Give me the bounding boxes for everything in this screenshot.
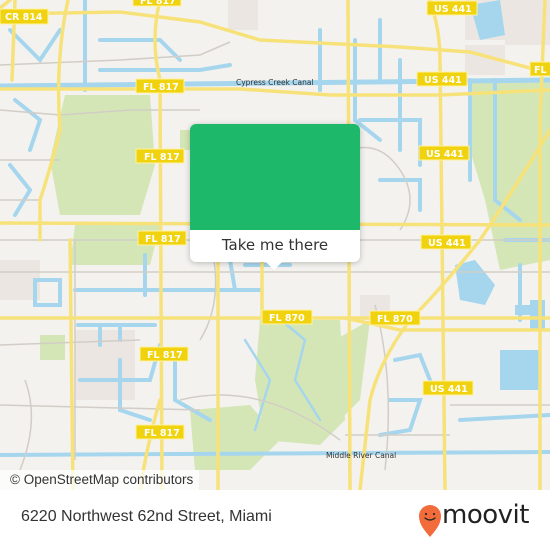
svg-text:FL 870: FL 870 bbox=[269, 313, 305, 324]
lake bbox=[455, 260, 495, 305]
road-shield: FL bbox=[529, 61, 550, 77]
svg-text:FL 817: FL 817 bbox=[147, 350, 183, 361]
moovit-pin-icon bbox=[419, 505, 441, 537]
middle-river-canal bbox=[0, 450, 550, 457]
lake bbox=[515, 305, 535, 315]
svg-text:FL 817: FL 817 bbox=[144, 152, 180, 163]
map-attribution[interactable]: © OpenStreetMap contributors bbox=[0, 470, 200, 490]
road-shield: CR 814 bbox=[0, 8, 49, 25]
road-shield: US 441 bbox=[418, 145, 470, 161]
canal bbox=[378, 398, 423, 437]
svg-text:FL 817: FL 817 bbox=[145, 234, 181, 245]
address-text: 6220 Northwest 62nd Street, Miami bbox=[21, 508, 272, 525]
canal bbox=[208, 258, 237, 292]
road-shield: FL 817 bbox=[132, 0, 182, 7]
canal bbox=[8, 28, 62, 64]
canal-label: Cypress Creek Canal bbox=[236, 78, 314, 87]
canal bbox=[353, 38, 382, 142]
canal bbox=[458, 413, 550, 422]
road-shield: FL 870 bbox=[261, 309, 313, 325]
major-road bbox=[68, 238, 75, 490]
urban-area bbox=[228, 0, 258, 30]
popup-pointer bbox=[266, 262, 282, 270]
svg-text:FL 817: FL 817 bbox=[143, 82, 179, 93]
svg-text:FL 817: FL 817 bbox=[140, 0, 176, 7]
road-shield: FL 870 bbox=[369, 310, 421, 326]
moovit-logo[interactable]: moovit bbox=[418, 498, 538, 538]
take-me-there-button[interactable]: Take me there bbox=[190, 230, 360, 262]
canal-label: Middle River Canal bbox=[326, 451, 396, 460]
svg-text:FL 817: FL 817 bbox=[144, 428, 180, 439]
canal bbox=[8, 163, 33, 217]
road-shield: FL 817 bbox=[137, 230, 187, 246]
svg-text:CR 814: CR 814 bbox=[5, 12, 43, 23]
canal bbox=[13, 98, 43, 152]
canal bbox=[393, 352, 432, 382]
popup-image bbox=[190, 124, 360, 230]
road-shield: US 441 bbox=[422, 380, 474, 396]
road-shield: US 441 bbox=[420, 234, 472, 250]
lake bbox=[500, 350, 540, 390]
major-road bbox=[0, 87, 550, 97]
green-area bbox=[40, 335, 65, 360]
minor-road bbox=[0, 404, 201, 411]
road-shield: US 441 bbox=[426, 0, 478, 16]
svg-text:US 441: US 441 bbox=[430, 384, 468, 395]
minor-road bbox=[374, 304, 390, 471]
svg-text:FL: FL bbox=[534, 65, 547, 76]
moovit-wordmark: moovit bbox=[442, 500, 529, 530]
footer: 6220 Northwest 62nd Street, Miami moovit bbox=[0, 490, 550, 550]
road-shield: FL 817 bbox=[135, 78, 185, 94]
road-shield: FL 817 bbox=[135, 424, 185, 440]
svg-text:US 441: US 441 bbox=[426, 149, 464, 160]
map[interactable]: Cypress Creek Canal Middle River Canal C… bbox=[0, 0, 550, 490]
canal bbox=[98, 63, 232, 72]
svg-text:FL 870: FL 870 bbox=[377, 314, 413, 325]
svg-text:US 441: US 441 bbox=[428, 238, 466, 249]
svg-text:US 441: US 441 bbox=[424, 75, 462, 86]
destination-popup: Take me there bbox=[190, 124, 360, 270]
road-shield: FL 817 bbox=[135, 148, 185, 164]
road-shield: FL 817 bbox=[139, 346, 189, 362]
major-road bbox=[0, 0, 12, 10]
canal bbox=[378, 178, 422, 212]
svg-text:US 441: US 441 bbox=[434, 4, 472, 15]
road-shield: US 441 bbox=[416, 71, 468, 87]
